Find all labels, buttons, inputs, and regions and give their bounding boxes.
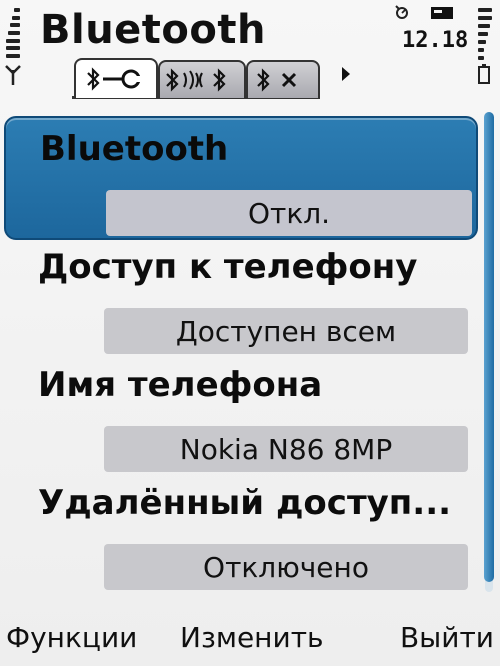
battery-level-icon — [478, 8, 492, 60]
antenna-icon — [5, 65, 21, 85]
tab-scroll-right-icon[interactable] — [340, 66, 352, 82]
scroll-thumb[interactable] — [484, 112, 494, 582]
alarm-clock-icon — [395, 5, 408, 19]
status-header: Bluetooth 12.18 — [0, 0, 500, 104]
setting-phone-visibility[interactable]: Доступ к телефону Доступен всем — [0, 234, 478, 356]
setting-value: Доступен всем — [104, 308, 468, 354]
bluetooth-blocked-devices-icon — [257, 68, 297, 92]
setting-label: Доступ к телефону — [38, 247, 418, 287]
phone-screen: Bluetooth 12.18 Bluetooth Откл. Доступ к… — [0, 0, 500, 666]
bluetooth-paired-devices-icon — [166, 68, 226, 92]
tab-bluetooth-settings[interactable] — [74, 58, 158, 98]
setting-value: Nokia N86 8MP — [104, 426, 468, 472]
options-softkey[interactable]: Функции — [6, 620, 137, 656]
setting-value: Откл. — [106, 190, 472, 236]
scrollbar[interactable] — [482, 112, 496, 592]
exit-softkey[interactable]: Выйти — [400, 620, 494, 656]
battery-icon — [478, 64, 490, 84]
setting-label: Имя телефона — [38, 365, 323, 405]
app-title: Bluetooth — [40, 7, 266, 53]
tab-paired-devices[interactable] — [158, 60, 246, 98]
setting-label: Bluetooth — [40, 129, 229, 169]
setting-label: Удалённый доступ... — [38, 483, 452, 523]
setting-remote-sim-access[interactable]: Удалённый доступ... Отключено — [0, 470, 478, 592]
setting-phone-name[interactable]: Имя телефона Nokia N86 8MP — [0, 352, 478, 474]
softkey-bar: Функции Изменить Выйти — [0, 606, 500, 666]
signal-strength-icon — [6, 8, 20, 58]
new-message-icon — [431, 7, 453, 19]
settings-list: Bluetooth Откл. Доступ к телефону Доступ… — [0, 108, 478, 604]
clock: 12.18 — [402, 28, 469, 53]
bluetooth-settings-icon — [87, 67, 145, 91]
change-softkey[interactable]: Изменить — [180, 620, 324, 656]
setting-value: Отключено — [104, 544, 468, 590]
setting-bluetooth[interactable]: Bluetooth Откл. — [4, 116, 478, 240]
tab-blocked-devices[interactable] — [246, 60, 320, 98]
